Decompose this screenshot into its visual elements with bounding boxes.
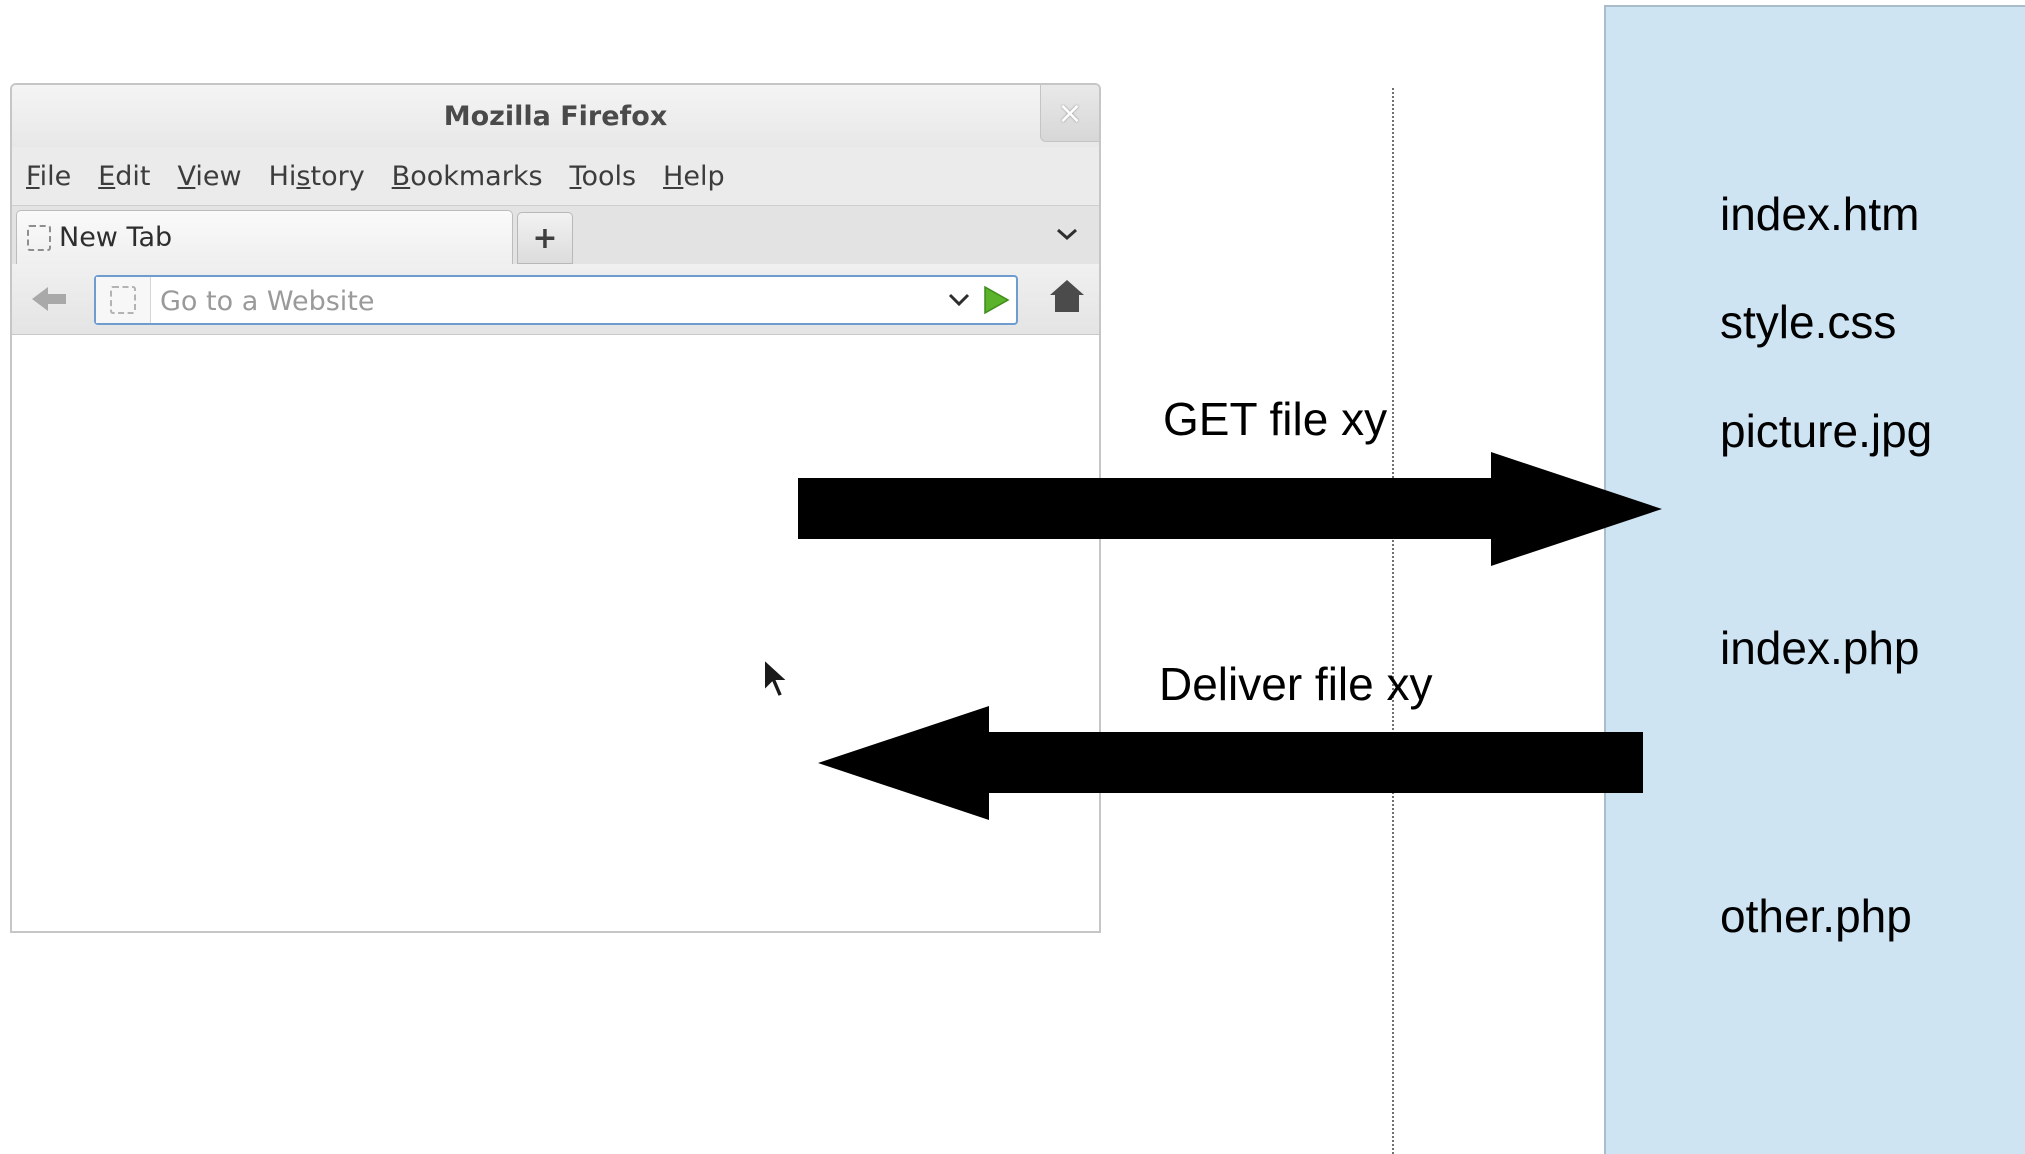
page-content <box>12 335 1099 931</box>
chevron-down-icon[interactable] <box>946 289 972 311</box>
server-panel <box>1604 5 2025 1154</box>
back-arrow-icon[interactable] <box>32 284 68 314</box>
request-label: GET file xy <box>1163 393 1388 445</box>
server-file-index-php: index.php <box>1720 622 1920 674</box>
url-input[interactable] <box>158 281 922 321</box>
title-bar: Mozilla Firefox × <box>12 85 1099 147</box>
menu-bookmarks[interactable]: Bookmarks <box>392 161 543 192</box>
page-icon <box>27 224 51 251</box>
site-identity-button[interactable] <box>96 277 151 323</box>
menu-edit[interactable]: Edit <box>98 161 150 192</box>
menu-view[interactable]: View <box>178 161 242 192</box>
tab-new-tab[interactable]: New Tab <box>16 210 513 264</box>
page-icon <box>110 286 136 314</box>
browser-window: Mozilla Firefox × File Edit View History… <box>10 83 1101 933</box>
server-file-style-css: style.css <box>1720 296 1897 348</box>
menu-file[interactable]: File <box>26 161 71 192</box>
navigation-bar <box>12 264 1099 335</box>
network-divider <box>1392 88 1394 1154</box>
server-file-other-php: other.php <box>1720 890 1912 942</box>
tab-list-button[interactable] <box>1049 214 1085 254</box>
url-bar <box>94 275 1018 325</box>
tab-label: New Tab <box>59 222 173 253</box>
tab-strip: New Tab + <box>12 205 1099 265</box>
menu-history[interactable]: History <box>269 161 365 192</box>
close-icon: × <box>1057 95 1083 131</box>
menu-help[interactable]: Help <box>663 161 725 192</box>
plus-icon: + <box>532 220 558 256</box>
new-tab-button[interactable]: + <box>517 212 573 264</box>
server-file-index-htm: index.htm <box>1720 188 1920 240</box>
server-file-picture-jpg: picture.jpg <box>1720 405 1933 457</box>
window-title: Mozilla Firefox <box>443 101 668 132</box>
mouse-cursor-icon <box>763 657 791 699</box>
go-arrow-icon[interactable] <box>982 285 1010 315</box>
menu-bar: File Edit View History Bookmarks Tools H… <box>12 147 1099 205</box>
chevron-down-icon <box>1057 228 1077 241</box>
response-label: Deliver file xy <box>1159 658 1433 710</box>
menu-tools[interactable]: Tools <box>570 161 637 192</box>
close-button[interactable]: × <box>1040 85 1099 142</box>
home-icon[interactable] <box>1048 278 1086 314</box>
